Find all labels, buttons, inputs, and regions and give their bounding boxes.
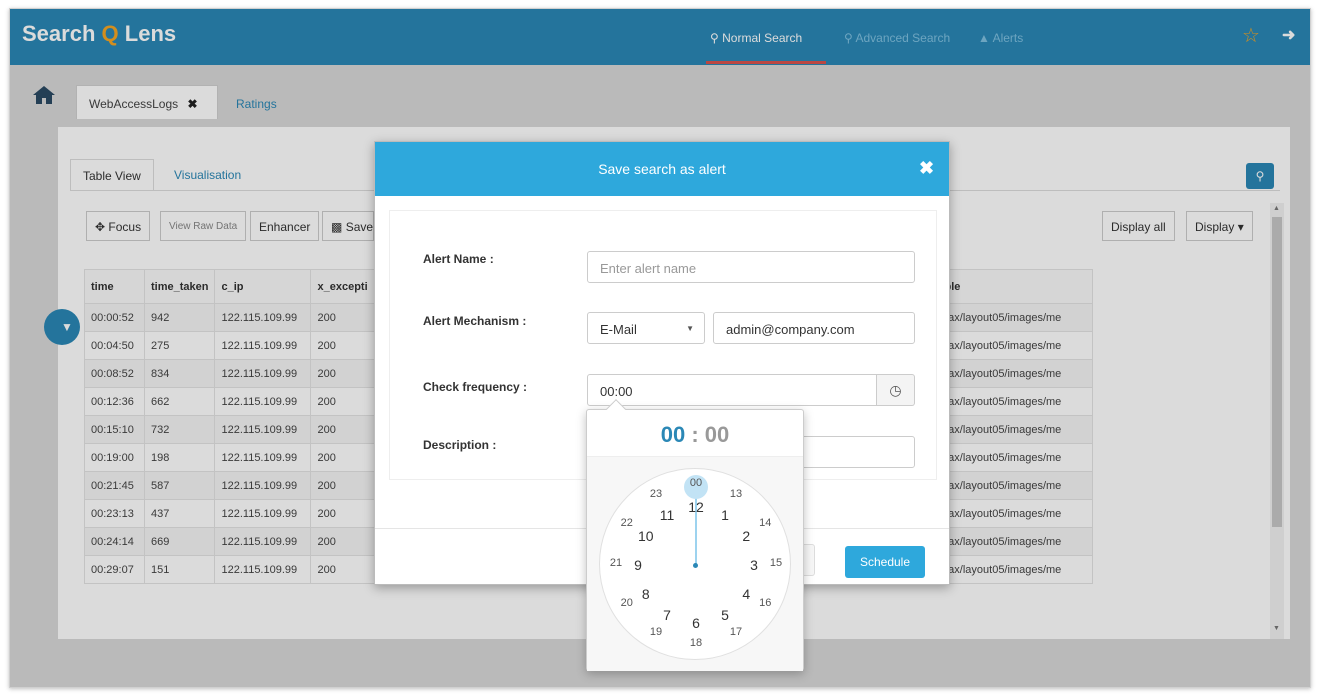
app-window: Search Q Lens ⚲ Normal Search ⚲ Advanced… xyxy=(9,8,1311,688)
clock-hour-4[interactable]: 4 xyxy=(734,586,758,602)
close-icon[interactable]: ✖ xyxy=(919,158,934,178)
clock-hour-9[interactable]: 9 xyxy=(626,557,650,573)
mechanism-select[interactable]: E-Mail ▼ xyxy=(587,312,705,344)
clock-hour-21[interactable]: 21 xyxy=(604,557,628,573)
mechanism-select-value: E-Mail xyxy=(600,322,637,337)
clock-hour-8[interactable]: 8 xyxy=(634,586,658,602)
description-input[interactable] xyxy=(795,436,915,468)
alert-name-input[interactable]: Enter alert name xyxy=(587,251,915,283)
check-frequency-label: Check frequency : xyxy=(423,380,528,394)
clock-hour-12[interactable]: 12 xyxy=(684,499,708,515)
clock-hour-5[interactable]: 5 xyxy=(713,607,737,623)
clock-time-display: 00 : 00 xyxy=(587,422,803,448)
clock-icon[interactable]: ◷ xyxy=(877,374,915,406)
clock-hour-18[interactable]: 18 xyxy=(684,637,708,653)
clock-hour-6[interactable]: 6 xyxy=(684,615,708,631)
clock-hour-10[interactable]: 10 xyxy=(634,528,658,544)
clock-hour-1[interactable]: 1 xyxy=(713,507,737,523)
schedule-button[interactable]: Schedule xyxy=(845,546,925,578)
clock-hours[interactable]: 00 xyxy=(661,422,685,447)
clock-hour-2[interactable]: 2 xyxy=(734,528,758,544)
clock-picker: 00 : 00 00 13 14 15 16 17 18 19 20 21 22 23 12 1 2 3 4 5 6… xyxy=(586,399,804,671)
frequency-input[interactable]: 00:00 xyxy=(587,374,877,406)
clock-hour-00[interactable]: 00 xyxy=(684,477,708,493)
clock-hour-7[interactable]: 7 xyxy=(655,607,679,623)
clock-separator: : xyxy=(691,422,699,447)
alert-mechanism-label: Alert Mechanism : xyxy=(423,314,527,328)
email-field[interactable]: admin@company.com xyxy=(713,312,915,344)
modal-title: Save search as alert xyxy=(375,142,949,196)
clock-minutes[interactable]: 00 xyxy=(705,422,729,447)
clock-dial[interactable]: 00 13 14 15 16 17 18 19 20 21 22 23 12 1 2 3 4 5 6 7 8 9 10 11 xyxy=(599,468,791,660)
clock-center-dot xyxy=(693,563,698,568)
alert-name-label: Alert Name : xyxy=(423,252,494,266)
clock-hour-3[interactable]: 3 xyxy=(742,557,766,573)
clock-hour-17[interactable]: 17 xyxy=(724,626,748,642)
clock-hour-15[interactable]: 15 xyxy=(764,557,788,573)
description-label: Description : xyxy=(423,438,497,452)
caret-down-icon: ▼ xyxy=(686,324,694,333)
clock-hour-11[interactable]: 11 xyxy=(655,507,679,523)
clock-hour-23[interactable]: 23 xyxy=(644,488,668,504)
clock-hour-19[interactable]: 19 xyxy=(644,626,668,642)
clock-hour-13[interactable]: 13 xyxy=(724,488,748,504)
